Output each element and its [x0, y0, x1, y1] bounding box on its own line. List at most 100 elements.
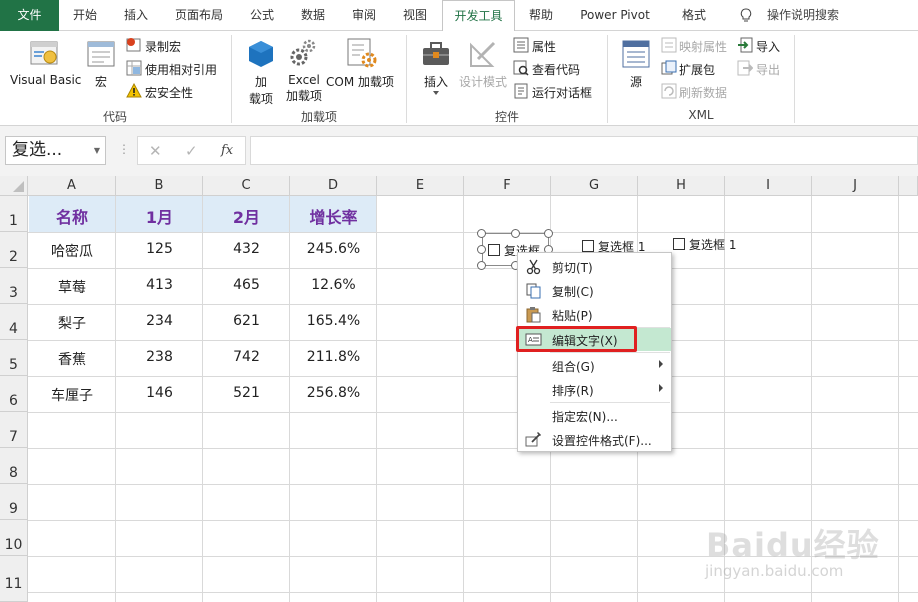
- row-header-7[interactable]: 7: [0, 412, 28, 448]
- cell-d6[interactable]: 256.8%: [290, 385, 377, 401]
- cell-d1[interactable]: 增长率: [290, 204, 377, 228]
- menu-item-paste[interactable]: 粘贴(P): [518, 303, 671, 326]
- tab-formulas[interactable]: 公式: [237, 0, 287, 31]
- row-header-6[interactable]: 6: [0, 376, 28, 412]
- tab-format[interactable]: 格式: [663, 0, 725, 31]
- cell-d3[interactable]: 12.6%: [290, 277, 377, 293]
- tab-insert[interactable]: 插入: [111, 0, 161, 31]
- chevron-down-icon[interactable]: ▼: [94, 137, 100, 164]
- record-macro-button[interactable]: 录制宏: [145, 38, 181, 55]
- menu-item-format-control[interactable]: 设置控件格式(F)...: [518, 428, 671, 451]
- tab-power-pivot[interactable]: Power Pivot: [567, 0, 663, 31]
- addins-button[interactable]: 加 载项: [246, 73, 276, 107]
- excel-addins-button[interactable]: Excel 加载项: [282, 73, 326, 104]
- column-header-i[interactable]: I: [725, 176, 812, 196]
- relative-references-button[interactable]: 使用相对引用: [145, 61, 217, 78]
- row-header-8[interactable]: 8: [0, 448, 28, 484]
- menu-item-copy[interactable]: 复制(C): [518, 279, 671, 302]
- insert-controls-button[interactable]: 插入: [421, 73, 451, 90]
- enter-icon[interactable]: ✓: [185, 142, 198, 160]
- menu-item-assign-macro[interactable]: 指定宏(N)...: [518, 404, 671, 427]
- select-all-button[interactable]: [0, 176, 28, 196]
- cancel-icon[interactable]: ✕: [149, 142, 162, 160]
- cell-a1[interactable]: 名称: [28, 204, 116, 228]
- refresh-data-button[interactable]: 刷新数据: [679, 84, 727, 101]
- visual-basic-button[interactable]: Visual Basic: [10, 73, 81, 87]
- com-addins-button[interactable]: COM 加载项: [326, 73, 394, 90]
- resize-handle[interactable]: [477, 229, 486, 238]
- cell-c4[interactable]: 621: [203, 313, 290, 329]
- macro-security-button[interactable]: 宏安全性: [145, 84, 193, 101]
- tab-view[interactable]: 视图: [389, 0, 441, 31]
- design-mode-button[interactable]: 设计模式: [459, 73, 507, 90]
- cell-c2[interactable]: 432: [203, 241, 290, 257]
- column-header-d[interactable]: D: [290, 176, 377, 196]
- map-properties-button[interactable]: 映射属性: [679, 38, 727, 55]
- column-header-a[interactable]: A: [28, 176, 116, 196]
- cell-b2[interactable]: 125: [116, 241, 203, 257]
- row-header-2[interactable]: 2: [0, 232, 28, 268]
- cell-d2[interactable]: 245.6%: [290, 241, 377, 257]
- view-code-button[interactable]: 查看代码: [532, 61, 580, 78]
- row-header-1[interactable]: 1: [0, 196, 28, 232]
- row-header-9[interactable]: 9: [0, 484, 28, 520]
- resize-handle[interactable]: [477, 245, 486, 254]
- column-header-e[interactable]: E: [377, 176, 464, 196]
- cell-c1[interactable]: 2月: [203, 204, 290, 228]
- menu-item-order[interactable]: 排序(R): [518, 378, 671, 401]
- tab-file[interactable]: 文件: [0, 0, 59, 31]
- tab-review[interactable]: 审阅: [339, 0, 389, 31]
- cell-c3[interactable]: 465: [203, 277, 290, 293]
- cell-a2[interactable]: 哈密瓜: [28, 241, 116, 261]
- column-header-c[interactable]: C: [203, 176, 290, 196]
- column-header-h[interactable]: H: [638, 176, 725, 196]
- run-dialog-button[interactable]: 运行对话框: [532, 84, 592, 101]
- column-header-j[interactable]: J: [812, 176, 899, 196]
- resize-handle[interactable]: [511, 229, 520, 238]
- column-header-b[interactable]: B: [116, 176, 203, 196]
- row-header-10[interactable]: 10: [0, 520, 28, 556]
- cell-a5[interactable]: 香蕉: [28, 349, 116, 369]
- menu-item-group[interactable]: 组合(G): [518, 354, 671, 377]
- row-header-4[interactable]: 4: [0, 304, 28, 340]
- drag-handle-icon[interactable]: ⋮: [118, 142, 130, 156]
- cell-b3[interactable]: 413: [116, 277, 203, 293]
- insert-function-icon[interactable]: fx: [221, 143, 233, 158]
- checkbox-selected[interactable]: [488, 244, 500, 256]
- column-header-g[interactable]: G: [551, 176, 638, 196]
- tab-help[interactable]: 帮助: [515, 0, 567, 31]
- expansion-packs-button[interactable]: 扩展包: [679, 61, 715, 78]
- cell-d5[interactable]: 211.8%: [290, 349, 377, 365]
- tab-developer[interactable]: 开发工具: [442, 0, 515, 32]
- export-button[interactable]: 导出: [756, 61, 780, 78]
- xml-source-button[interactable]: 源: [624, 73, 648, 90]
- cell-a6[interactable]: 车厘子: [28, 385, 116, 405]
- row-header-5[interactable]: 5: [0, 340, 28, 376]
- tab-data[interactable]: 数据: [287, 0, 339, 31]
- column-header-f[interactable]: F: [464, 176, 551, 196]
- cell-b4[interactable]: 234: [116, 313, 203, 329]
- tell-me-search[interactable]: 操作说明搜索: [758, 0, 848, 31]
- row-header-11[interactable]: 11: [0, 556, 28, 602]
- import-button[interactable]: 导入: [756, 38, 780, 55]
- properties-button[interactable]: 属性: [532, 38, 556, 55]
- resize-handle[interactable]: [544, 229, 553, 238]
- cell-d4[interactable]: 165.4%: [290, 313, 377, 329]
- formula-input[interactable]: [250, 136, 918, 165]
- column-header-k[interactable]: [899, 176, 918, 196]
- menu-item-cut[interactable]: 剪切(T): [518, 255, 671, 278]
- name-box[interactable]: 复选... ▼: [5, 136, 106, 165]
- tab-page-layout[interactable]: 页面布局: [161, 0, 237, 31]
- cell-b1[interactable]: 1月: [116, 204, 203, 228]
- cell-a3[interactable]: 草莓: [28, 277, 116, 297]
- row-header-3[interactable]: 3: [0, 268, 28, 304]
- macros-button[interactable]: 宏: [90, 73, 112, 90]
- cell-a4[interactable]: 梨子: [28, 313, 116, 333]
- cell-b6[interactable]: 146: [116, 385, 203, 401]
- checkbox-3[interactable]: [673, 238, 685, 250]
- cell-b5[interactable]: 238: [116, 349, 203, 365]
- tab-home[interactable]: 开始: [59, 0, 111, 31]
- cell-c6[interactable]: 521: [203, 385, 290, 401]
- checkbox-2[interactable]: [582, 240, 594, 252]
- cell-c5[interactable]: 742: [203, 349, 290, 365]
